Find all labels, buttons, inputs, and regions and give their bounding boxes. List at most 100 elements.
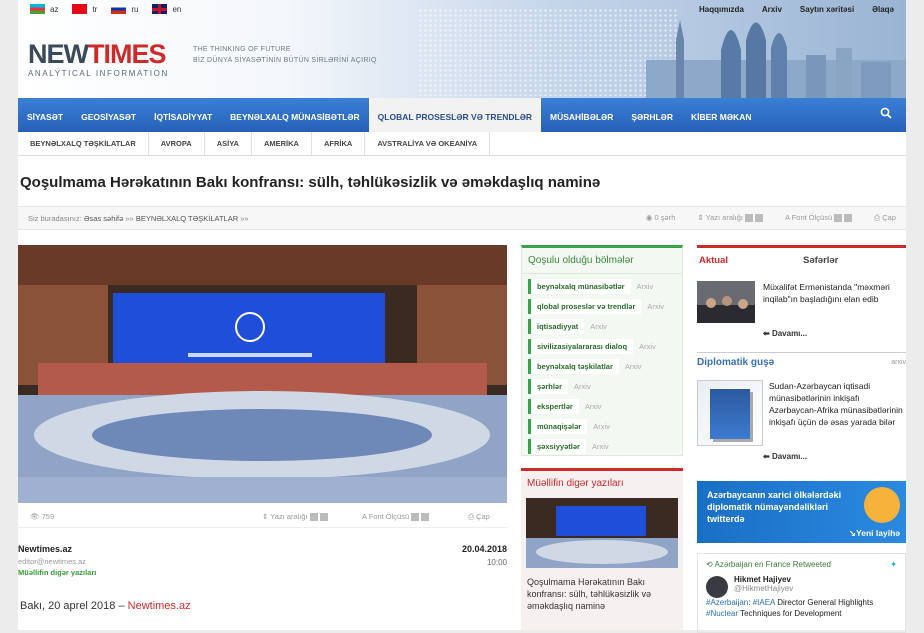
nav-geosiyaset[interactable]: GEOSİYASƏT xyxy=(72,98,145,132)
news-title[interactable]: Müxalifət Ermənistanda "məxməri inqilab"… xyxy=(763,281,906,323)
top-links: Haqqımızda Arxiv Saytın xəritəsi Əlaqə xyxy=(699,5,894,14)
page: az tr ru en Haqqımızda Arxiv Saytın xəri… xyxy=(18,0,906,633)
site-logo[interactable]: NEWTIMES ANALYTICAL INFORMATION xyxy=(28,40,169,78)
author-email[interactable]: editor@newtimes.az xyxy=(18,557,507,566)
related-post-link[interactable]: Qoşulmama Hərəkatının Bakı konfransı: sü… xyxy=(521,570,683,618)
slogan-line-1: THE THINKING OF FUTURE xyxy=(193,46,291,53)
diplomatic-item[interactable]: Sudan-Azərbaycan iqtisadi münasibətlərin… xyxy=(697,380,906,446)
font-size-control-2[interactable]: A Font Ölçüsü xyxy=(362,512,430,522)
section-tag: beynəlxalq təşkilatlar Arxiv xyxy=(528,359,682,374)
section-tag: şərhlər Arxiv xyxy=(528,379,682,394)
image-toolbar: 👁 759 ⇕ Yazı aralığı A Font Ölçüsü ⎙ Çap xyxy=(18,506,507,528)
lead-source-link[interactable]: Newtimes.az xyxy=(128,600,191,612)
views-count: 👁 759 xyxy=(30,512,55,521)
new-project-link[interactable]: ↘Yeni layihə xyxy=(849,527,900,539)
subnav-item[interactable]: BEYNƏLXALQ TƏŞKİLATLAR xyxy=(18,132,149,155)
nav-musahibeler[interactable]: MÜSAHİBƏLƏR xyxy=(541,98,622,132)
font-icon: A xyxy=(362,512,367,521)
section-tag: sivilizasiyalararası dialoq Arxiv xyxy=(528,339,682,354)
search-icon[interactable] xyxy=(880,107,892,122)
diplomatic-archive-link[interactable]: arxiv xyxy=(891,359,906,366)
print-icon: ⎙ xyxy=(874,213,881,222)
lang-tr[interactable]: tr xyxy=(72,4,97,14)
related-post-thumbnail[interactable] xyxy=(526,498,678,568)
book-cover-image xyxy=(697,380,763,446)
article-date: 20.04.2018 10:00 xyxy=(461,544,507,567)
sub-nav: BEYNƏLXALQ TƏŞKİLATLAR AVROPA ASİYA AMER… xyxy=(18,132,906,156)
author-other-posts-box: Müəllifin digər yazıları Qoşulmama Hərək… xyxy=(521,468,683,630)
news-tabs: Aktual Səfərlər xyxy=(697,245,906,273)
subnav-item[interactable]: AVROPA xyxy=(149,132,205,155)
twitter-banner[interactable]: Azərbaycanın xarici ölkələrdəki diplomat… xyxy=(697,481,906,543)
tweet-body: #Azerbaijan: #IAEA Director General High… xyxy=(706,598,874,618)
baku-skyline-image xyxy=(646,20,906,98)
nav-kiber[interactable]: KİBER MƏKAN xyxy=(682,98,760,132)
nav-siyaset[interactable]: SİYASƏT xyxy=(18,98,72,132)
news-item[interactable]: Müxalifət Ermənistanda "məxməri inqilab"… xyxy=(697,281,906,323)
lang-en[interactable]: en xyxy=(152,4,181,14)
author-other-posts-link[interactable]: Müəllifin digər yazıları xyxy=(18,568,507,577)
subnav-item[interactable]: ASİYA xyxy=(205,132,252,155)
top-link-about[interactable]: Haqqımızda xyxy=(699,5,744,14)
nav-qlobal[interactable]: QLOBAL PROSESLƏR VƏ TRENDLƏR xyxy=(368,98,542,132)
breadcrumb-home[interactable]: Əsas səhifə xyxy=(84,214,123,223)
right-column: Aktual Səfərlər Müxalifət Ermənistanda "… xyxy=(697,245,906,633)
article-time: 10:00 xyxy=(486,558,507,567)
tab-aktual[interactable]: Aktual xyxy=(697,255,777,266)
breadcrumb: Siz buradasınız: Əsas səhifə »» BEYNƏLXA… xyxy=(18,206,906,230)
section-tag: qlobal proseslər və trendlər Arxiv xyxy=(528,299,682,314)
logo-subtitle: ANALYTICAL INFORMATION xyxy=(28,69,169,78)
section-tag: iqtisadiyyat Arxiv xyxy=(528,319,682,334)
diplomatic-title[interactable]: Diplomatik guşə xyxy=(697,357,774,368)
comment-icon: ◉ xyxy=(645,213,653,222)
subnav-item[interactable]: AFRİKA xyxy=(312,132,366,155)
subnav-item[interactable]: AVSTRALİYA VƏ OKEANİYA xyxy=(365,132,491,155)
site-header: az tr ru en Haqqımızda Arxiv Saytın xəri… xyxy=(18,0,906,98)
world-map-dots xyxy=(418,8,678,96)
print-button[interactable]: ⎙ Çap xyxy=(874,213,896,223)
comments-count[interactable]: ◉ 0 şərh xyxy=(646,213,676,223)
top-link-archive[interactable]: Arxiv xyxy=(762,5,782,14)
diplomatic-text[interactable]: Sudan-Azərbaycan iqtisadi münasibətlərin… xyxy=(769,380,906,446)
top-link-contact[interactable]: Əlaqə xyxy=(872,5,894,14)
social-icons-circle xyxy=(864,487,900,523)
ru-flag-icon xyxy=(111,4,127,14)
tweet-widget: ⟲ Azərbaijan en France Retweeted ✦ Hikmet… xyxy=(697,553,906,633)
top-link-sitemap[interactable]: Saytın xəritəsi xyxy=(800,5,854,14)
section-tag: ekspertlər Arxiv xyxy=(528,399,682,414)
read-more-link-2[interactable]: ⬅ Davamı... xyxy=(763,452,906,461)
tweet-author-handle[interactable]: @HikmetHajiyev xyxy=(706,584,897,593)
section-tag: münaqişələr Arxiv xyxy=(528,419,682,434)
lang-ru[interactable]: ru xyxy=(111,4,138,14)
read-more-link[interactable]: ⬅ Davamı... xyxy=(763,329,906,338)
nav-iqtisadiyyat[interactable]: İQTİSADİYYAT xyxy=(145,98,221,132)
lang-az[interactable]: az xyxy=(30,4,58,14)
retweet-icon: ⟲ xyxy=(706,560,713,569)
diplomatic-section-header: Diplomatik guşə arxiv xyxy=(697,352,906,368)
retweet-label: ⟲ Azərbaijan en France Retweeted ✦ xyxy=(706,560,897,569)
nav-serhler[interactable]: ŞƏRHLƏR xyxy=(622,98,682,132)
breadcrumb-section[interactable]: BEYNƏLXALQ TƏŞKİLATLAR xyxy=(136,214,238,223)
author-name: Newtimes.az xyxy=(18,544,73,554)
updown-icon: ⇕ xyxy=(262,512,269,521)
avatar[interactable] xyxy=(706,576,728,598)
subnav-item[interactable]: AMERİKA xyxy=(252,132,312,155)
print-button-2[interactable]: ⎙ Çap xyxy=(468,512,490,522)
section-tag: beynəlxalq münasibətlər Arxiv xyxy=(528,279,682,294)
updown-icon: ⇕ xyxy=(697,213,704,222)
tab-seferler[interactable]: Səfərlər xyxy=(777,255,864,266)
related-sections-box: Qoşulu olduğu bölmələr beynəlxalq münasi… xyxy=(521,245,683,456)
nav-beynelxalq[interactable]: BEYNƏLXALQ MÜNASİBƏTLƏR xyxy=(221,98,368,132)
font-size-control[interactable]: A Font Ölçüsü xyxy=(785,213,853,223)
line-spacing-control[interactable]: ⇕ Yazı aralığı xyxy=(697,213,764,223)
print-icon: ⎙ xyxy=(468,512,474,521)
article-meta: Newtimes.az editor@newtimes.az Müəllifin… xyxy=(18,544,507,577)
logo-part-new: NEW xyxy=(28,39,89,69)
related-sections-title: Qoşulu olduğu bölmələr xyxy=(522,248,682,274)
line-spacing-control-2[interactable]: ⇕ Yazı aralığı xyxy=(262,512,328,522)
section-tag: şəxsiyyətlər Arxiv xyxy=(528,439,682,454)
tweet-author-name[interactable]: Hikmet Hajiyev xyxy=(706,575,897,584)
twitter-bird-icon: ✦ xyxy=(890,560,897,569)
font-icon: A xyxy=(785,213,790,222)
az-flag-icon xyxy=(30,4,45,14)
